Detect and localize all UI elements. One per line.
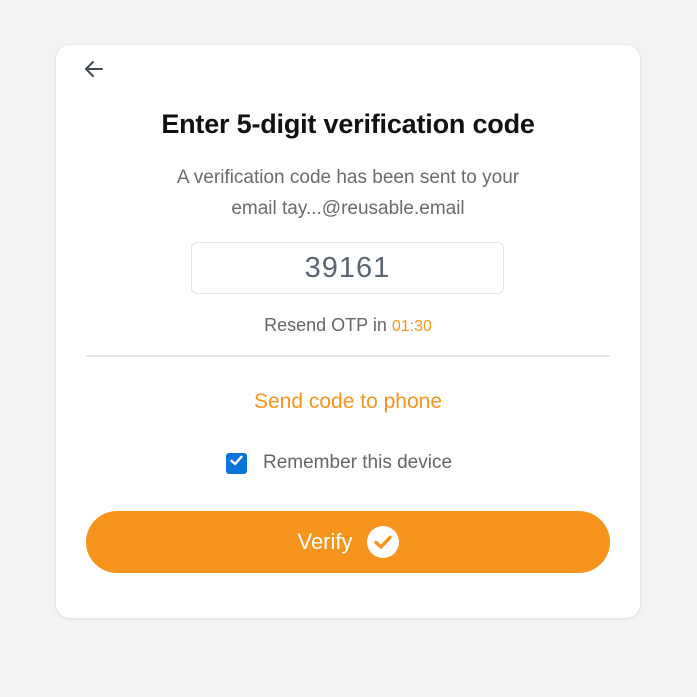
check-circle-icon	[366, 526, 399, 558]
verification-message-line1: A verification code has been sent to you…	[176, 167, 520, 188]
resend-otp: Resend OTP in 01:30	[56, 315, 640, 336]
verification-message: A verification code has been sent to you…	[146, 162, 550, 224]
divider	[86, 355, 610, 357]
verification-card: Enter 5-digit verification code A verifi…	[56, 45, 640, 618]
resend-otp-label: Resend OTP in	[264, 315, 387, 335]
page-title: Enter 5-digit verification code	[161, 109, 535, 139]
verify-button[interactable]: Verify	[86, 511, 610, 573]
back-button[interactable]	[82, 59, 106, 83]
remember-device-checkbox[interactable]	[226, 452, 247, 474]
send-code-to-phone-link[interactable]: Send code to phone	[56, 390, 640, 414]
otp-input[interactable]	[191, 242, 504, 294]
arrow-left-icon	[83, 58, 105, 85]
remember-device-label: Remember this device	[263, 452, 453, 473]
remember-device[interactable]: Remember this device	[226, 452, 452, 474]
checkmark-icon	[229, 453, 244, 473]
resend-timer: 01:30	[391, 318, 432, 335]
verification-message-line2: email tay...@reusable.email	[231, 198, 465, 219]
verify-button-label: Verify	[297, 529, 353, 554]
